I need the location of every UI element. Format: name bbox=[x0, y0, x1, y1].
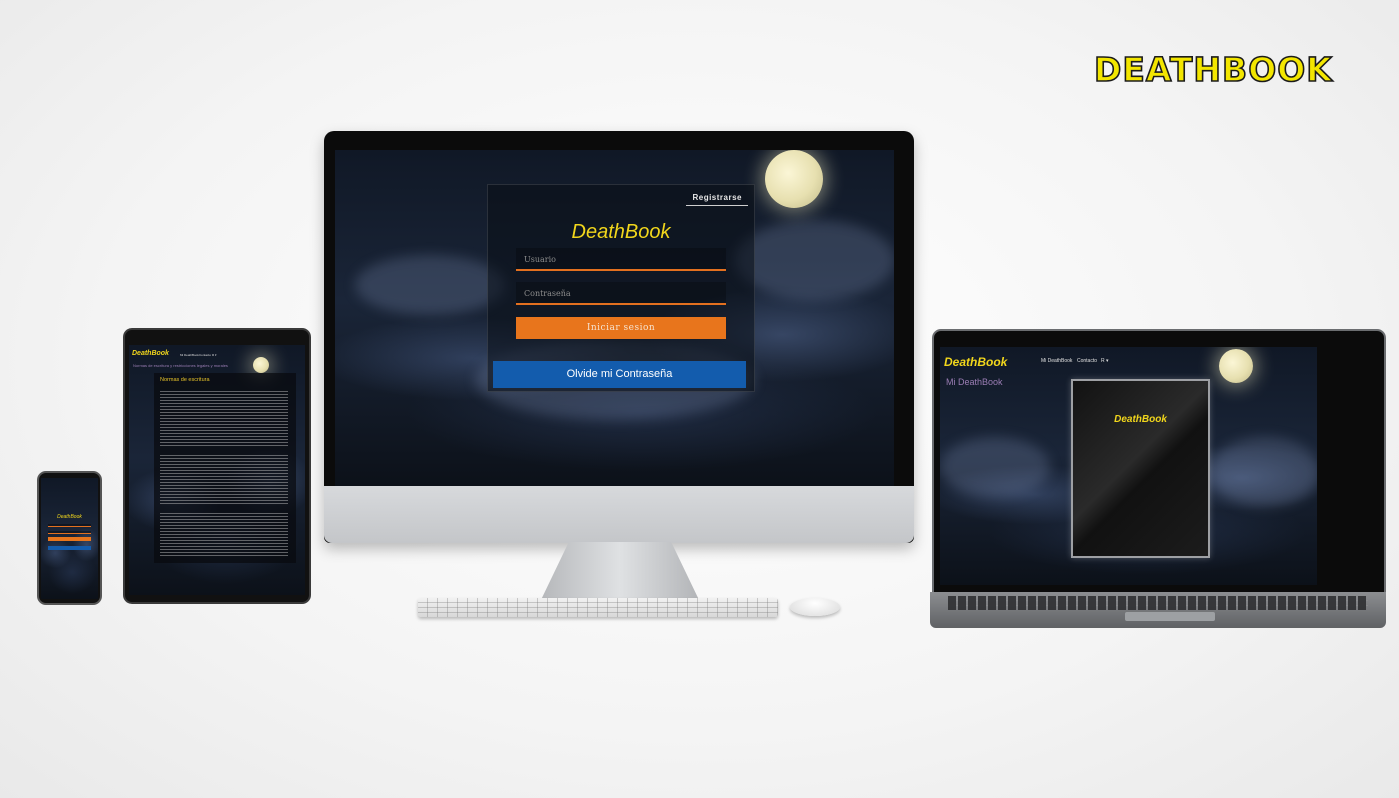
phone-brand: DeathBook bbox=[57, 514, 82, 520]
document-text bbox=[160, 455, 288, 505]
user-dropdown[interactable]: R ▾ bbox=[1101, 358, 1109, 364]
phone-login-button[interactable] bbox=[48, 537, 91, 541]
nav-link-contacto[interactable]: Contacto bbox=[199, 353, 211, 357]
cloud-image bbox=[735, 220, 894, 300]
login-title: DeathBook bbox=[571, 221, 671, 243]
page-title: Normas de escritura y restricciones lega… bbox=[133, 363, 228, 368]
laptop-trackpad bbox=[1125, 612, 1215, 621]
moon-image bbox=[765, 150, 823, 208]
username-input[interactable]: Usuario bbox=[516, 248, 726, 271]
nav-link-mi-deathbook[interactable]: Mi DeathBook bbox=[180, 353, 199, 357]
user-dropdown[interactable]: R ▾ bbox=[212, 353, 217, 357]
laptop-keyboard bbox=[948, 596, 1368, 610]
desktop-screen: Registrarse DeathBook Usuario Contraseña… bbox=[335, 150, 894, 486]
phone-password-input[interactable] bbox=[48, 531, 91, 534]
cloud-image bbox=[1210, 437, 1317, 507]
desktop-chin bbox=[324, 486, 914, 543]
moon-image bbox=[1219, 349, 1253, 383]
phone-forgot-password-button[interactable] bbox=[48, 546, 91, 550]
mouse bbox=[790, 598, 840, 616]
login-button[interactable]: Iniciar sesion bbox=[516, 317, 726, 339]
document-text bbox=[160, 391, 288, 447]
tablet-brand[interactable]: DeathBook bbox=[132, 350, 169, 357]
password-input[interactable]: Contraseña bbox=[516, 282, 726, 305]
login-form: Registrarse DeathBook Usuario Contraseña… bbox=[487, 184, 755, 392]
phone-username-input[interactable] bbox=[48, 524, 91, 527]
moon-image bbox=[253, 357, 269, 373]
keyboard bbox=[418, 598, 778, 617]
brand-banner: DEATHBOOK bbox=[1093, 49, 1333, 90]
phone-screen: DeathBook bbox=[41, 478, 98, 599]
register-button[interactable]: Registrarse bbox=[686, 190, 748, 206]
rules-document: Normas de escritura bbox=[154, 373, 296, 563]
cloud-image bbox=[355, 255, 505, 315]
laptop-brand[interactable]: DeathBook bbox=[944, 355, 1007, 369]
nav-link-mi-deathbook[interactable]: Mi DeathBook bbox=[1041, 358, 1072, 364]
notebook-title: DeathBook bbox=[1114, 414, 1167, 425]
laptop-screen: DeathBook Mi DeathBook Contacto R ▾ Mi D… bbox=[940, 347, 1317, 585]
document-heading: Normas de escritura bbox=[160, 377, 210, 383]
document-text bbox=[160, 513, 288, 557]
page-title: Mi DeathBook bbox=[946, 377, 1003, 387]
nav-link-contacto[interactable]: Contacto bbox=[1077, 358, 1097, 364]
desktop-stand bbox=[540, 542, 700, 602]
tablet-screen: DeathBook Mi DeathBook Contacto R ▾ Norm… bbox=[129, 345, 305, 595]
deathbook-notebook[interactable]: DeathBook bbox=[1071, 379, 1210, 558]
cloud-image bbox=[940, 437, 1050, 497]
forgot-password-button[interactable]: Olvide mi Contraseña bbox=[493, 361, 746, 388]
